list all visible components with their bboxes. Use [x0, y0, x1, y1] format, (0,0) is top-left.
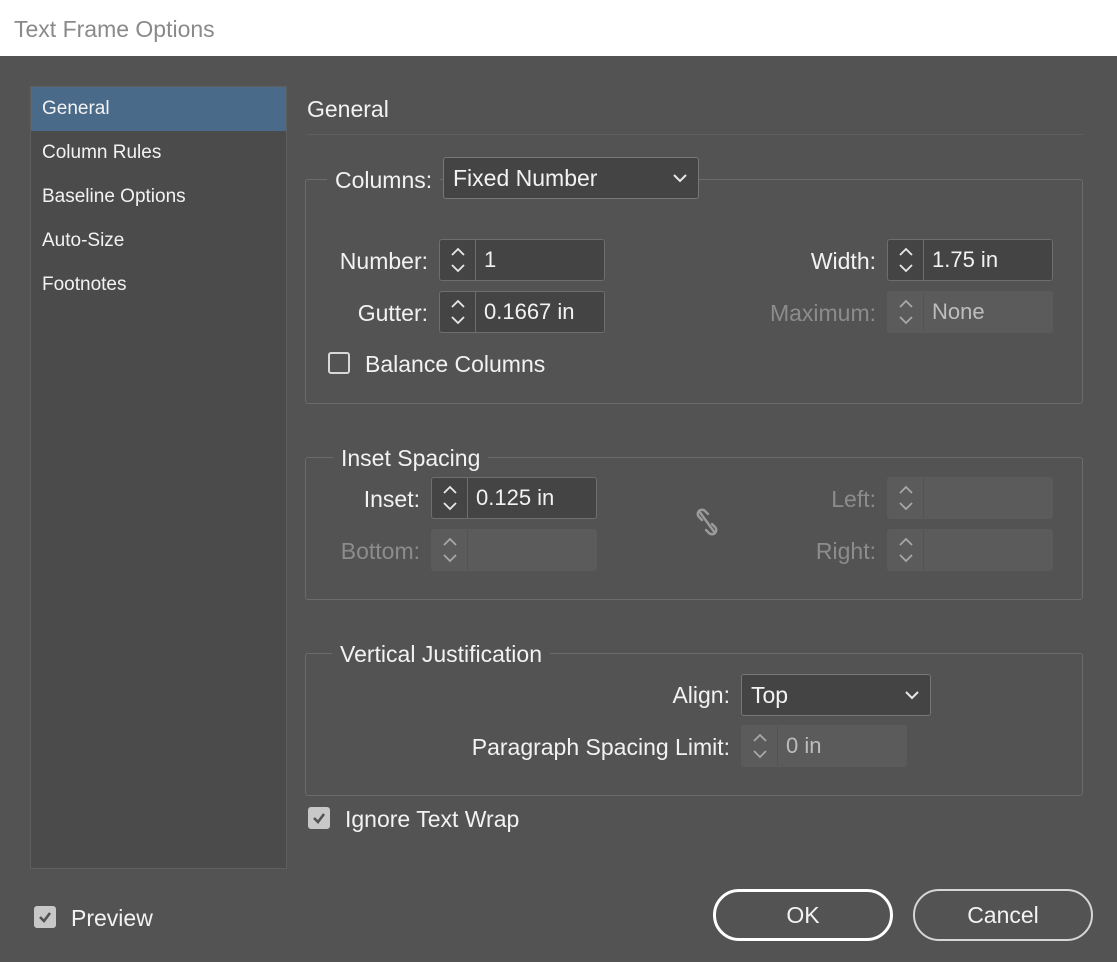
width-value[interactable]: 1.75 in: [932, 240, 998, 280]
number-field[interactable]: 1: [439, 239, 605, 281]
right-field: [887, 529, 1053, 571]
chevron-up-icon[interactable]: [449, 298, 467, 310]
sidebar-item-general[interactable]: General: [31, 87, 286, 131]
chevron-up-icon[interactable]: [897, 246, 915, 258]
width-field[interactable]: 1.75 in: [887, 239, 1053, 281]
columns-type-value: Fixed Number: [453, 165, 598, 191]
chevron-down-icon: [673, 174, 687, 183]
width-label: Width:: [810, 248, 876, 274]
balance-columns-checkbox[interactable]: [328, 352, 350, 374]
right-stepper: [888, 530, 924, 570]
columns-legend: Columns:: [327, 165, 441, 195]
preview-label[interactable]: Preview: [71, 903, 153, 933]
right-label: Right:: [815, 538, 876, 564]
paragraph-spacing-limit-label: Paragraph Spacing Limit:: [471, 734, 730, 760]
chevron-up-icon: [443, 537, 457, 546]
chevron-up-icon[interactable]: [441, 484, 459, 496]
sidebar-item-baseline-options[interactable]: Baseline Options: [31, 175, 286, 219]
chevron-up-icon: [753, 733, 767, 742]
width-stepper[interactable]: [888, 240, 924, 280]
inset-spacing-legend: Inset Spacing: [333, 443, 489, 473]
title-bar: Text Frame Options: [0, 0, 1117, 56]
paragraph-spacing-limit-stepper: [742, 726, 778, 766]
bottom-field: [431, 529, 597, 571]
window-title: Text Frame Options: [14, 16, 215, 42]
inset-field[interactable]: 0.125 in: [431, 477, 597, 519]
chevron-up-icon[interactable]: [449, 246, 467, 258]
left-field: [887, 477, 1053, 519]
chevron-down-icon: [443, 554, 457, 563]
cancel-button[interactable]: Cancel: [913, 889, 1093, 941]
gutter-field[interactable]: 0.1667 in: [439, 291, 605, 333]
chevron-down-icon: [899, 554, 913, 563]
chevron-up-icon: [899, 299, 913, 308]
sidebar-item-column-rules[interactable]: Column Rules: [31, 131, 286, 175]
ignore-text-wrap-label[interactable]: Ignore Text Wrap: [345, 804, 519, 834]
chevron-down-icon: [899, 502, 913, 511]
paragraph-spacing-limit-value: 0 in: [786, 733, 822, 758]
chevron-down-icon[interactable]: [441, 500, 459, 512]
maximum-value: None: [932, 299, 985, 324]
vertical-justification-legend: Vertical Justification: [332, 639, 550, 669]
section-divider: [307, 134, 1083, 135]
chevron-down-icon: [753, 750, 767, 759]
number-label: Number:: [339, 248, 428, 274]
gutter-label: Gutter:: [357, 300, 428, 326]
inset-stepper[interactable]: [432, 478, 468, 518]
align-value: Top: [751, 682, 789, 708]
gutter-value[interactable]: 0.1667 in: [484, 292, 575, 332]
left-label: Left:: [831, 486, 876, 512]
bottom-label: Bottom:: [340, 538, 420, 564]
columns-type-dropdown[interactable]: Fixed Number: [443, 157, 699, 199]
chevron-up-icon: [899, 485, 913, 494]
sidebar: General Column Rules Baseline Options Au…: [30, 86, 287, 869]
chevron-up-icon: [899, 537, 913, 546]
chevron-down-icon[interactable]: [449, 262, 467, 274]
sidebar-item-auto-size[interactable]: Auto-Size: [31, 219, 286, 263]
chevron-down-icon: [899, 316, 913, 325]
inset-label: Inset:: [363, 486, 420, 512]
checkmark-icon: [313, 813, 326, 824]
balance-columns-label[interactable]: Balance Columns: [365, 349, 545, 379]
ignore-text-wrap-checkbox[interactable]: [308, 807, 330, 829]
sidebar-item-footnotes[interactable]: Footnotes: [31, 263, 286, 307]
chevron-down-icon[interactable]: [897, 262, 915, 274]
align-dropdown[interactable]: Top: [741, 674, 931, 716]
number-value[interactable]: 1: [484, 240, 496, 280]
ok-button[interactable]: OK: [713, 889, 893, 941]
preview-checkbox[interactable]: [34, 906, 56, 928]
maximum-label: Maximum:: [769, 300, 876, 326]
paragraph-spacing-limit-field: 0 in: [741, 725, 907, 767]
chevron-down-icon[interactable]: [449, 314, 467, 326]
broken-chain-link-icon[interactable]: [693, 506, 721, 538]
section-title: General: [307, 96, 389, 122]
checkmark-icon: [39, 912, 52, 923]
number-stepper[interactable]: [440, 240, 476, 280]
bottom-stepper: [432, 530, 468, 570]
chevron-down-icon: [905, 691, 919, 700]
gutter-stepper[interactable]: [440, 292, 476, 332]
inset-value[interactable]: 0.125 in: [476, 478, 554, 518]
left-stepper: [888, 478, 924, 518]
maximum-field: None: [887, 291, 1053, 333]
maximum-stepper: [888, 292, 924, 332]
align-label: Align:: [672, 682, 730, 708]
